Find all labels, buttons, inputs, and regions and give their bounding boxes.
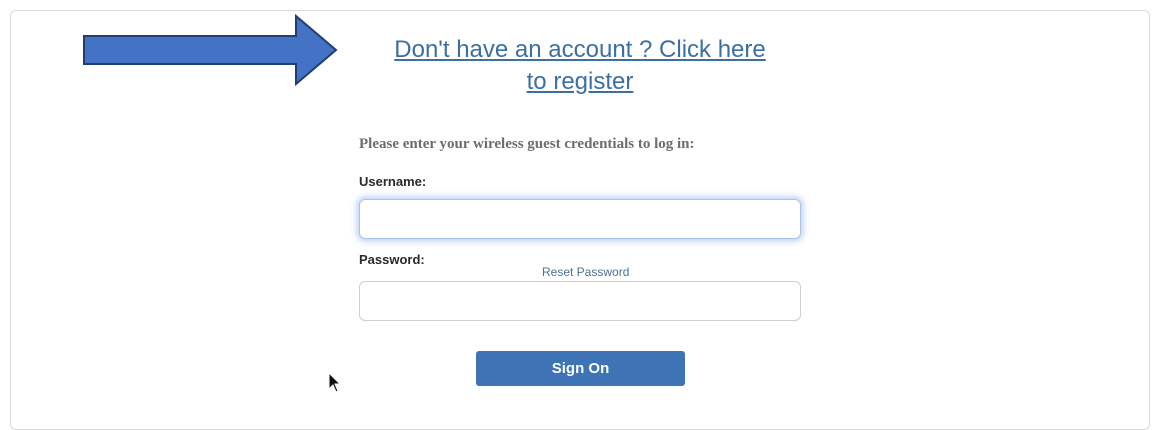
register-link[interactable]: Don't have an account ? Click here to re… xyxy=(340,34,820,98)
password-input[interactable] xyxy=(359,281,801,321)
username-label: Username: xyxy=(359,174,427,189)
register-link-line2[interactable]: to register xyxy=(340,66,820,98)
mouse-pointer-icon xyxy=(328,372,342,393)
password-label: Password: xyxy=(359,252,425,267)
sign-on-button[interactable]: Sign On xyxy=(476,351,685,386)
register-link-line1[interactable]: Don't have an account ? Click here xyxy=(340,34,820,66)
right-arrow-icon xyxy=(83,14,338,86)
login-prompt: Please enter your wireless guest credent… xyxy=(359,136,695,152)
reset-password-link[interactable]: Reset Password xyxy=(542,265,629,279)
username-input[interactable] xyxy=(359,199,801,239)
